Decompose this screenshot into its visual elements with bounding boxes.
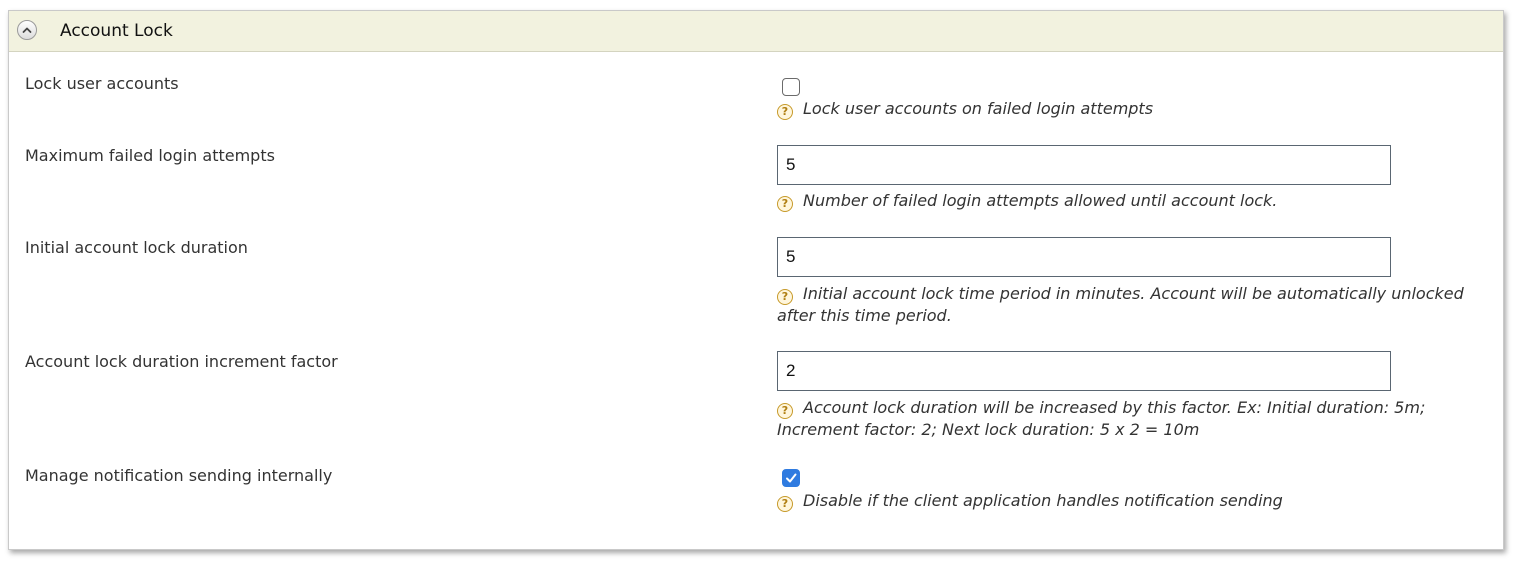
help-text: Number of failed login attempts allowed …: [803, 191, 1278, 210]
panel-header: Account Lock: [9, 11, 1503, 52]
initial-lock-duration-help: ? Initial account lock time period in min…: [777, 283, 1467, 327]
help-text: Initial account lock time period in minu…: [777, 284, 1464, 325]
question-mark-icon: ?: [777, 196, 793, 212]
increment-factor-input[interactable]: [777, 351, 1391, 391]
lock-user-accounts-label: Lock user accounts: [25, 74, 179, 93]
initial-lock-duration-label: Initial account lock duration: [25, 238, 248, 257]
question-mark-icon: ?: [777, 496, 793, 512]
manage-notification-label: Manage notification sending internally: [25, 466, 333, 485]
help-text: Lock user accounts on failed login attem…: [803, 99, 1154, 118]
manage-notification-help: ? Disable if the client application handl…: [777, 490, 1467, 512]
help-text: Disable if the client application handle…: [803, 491, 1283, 510]
question-mark-icon: ?: [777, 289, 793, 305]
question-mark-icon: ?: [777, 403, 793, 419]
chevron-up-icon[interactable]: [17, 20, 37, 40]
lock-user-accounts-checkbox[interactable]: [782, 78, 800, 96]
increment-factor-label: Account lock duration increment factor: [25, 352, 338, 371]
lock-user-accounts-help: ? Lock user accounts on failed login atte…: [777, 98, 1467, 120]
max-failed-attempts-label: Maximum failed login attempts: [25, 146, 275, 165]
panel-title: Account Lock: [60, 21, 173, 41]
question-mark-icon: ?: [777, 104, 793, 120]
increment-factor-help: ? Account lock duration will be increased…: [777, 397, 1467, 441]
initial-lock-duration-input[interactable]: [777, 237, 1391, 277]
help-text: Account lock duration will be increased …: [777, 398, 1426, 439]
checkmark-icon: [786, 473, 797, 483]
max-failed-attempts-input[interactable]: [777, 145, 1391, 185]
account-lock-panel: Account Lock Lock user accounts ? Lock us…: [8, 10, 1504, 550]
max-failed-attempts-help: ? Number of failed login attempts allowed…: [777, 190, 1467, 212]
manage-notification-checkbox[interactable]: [782, 469, 800, 487]
